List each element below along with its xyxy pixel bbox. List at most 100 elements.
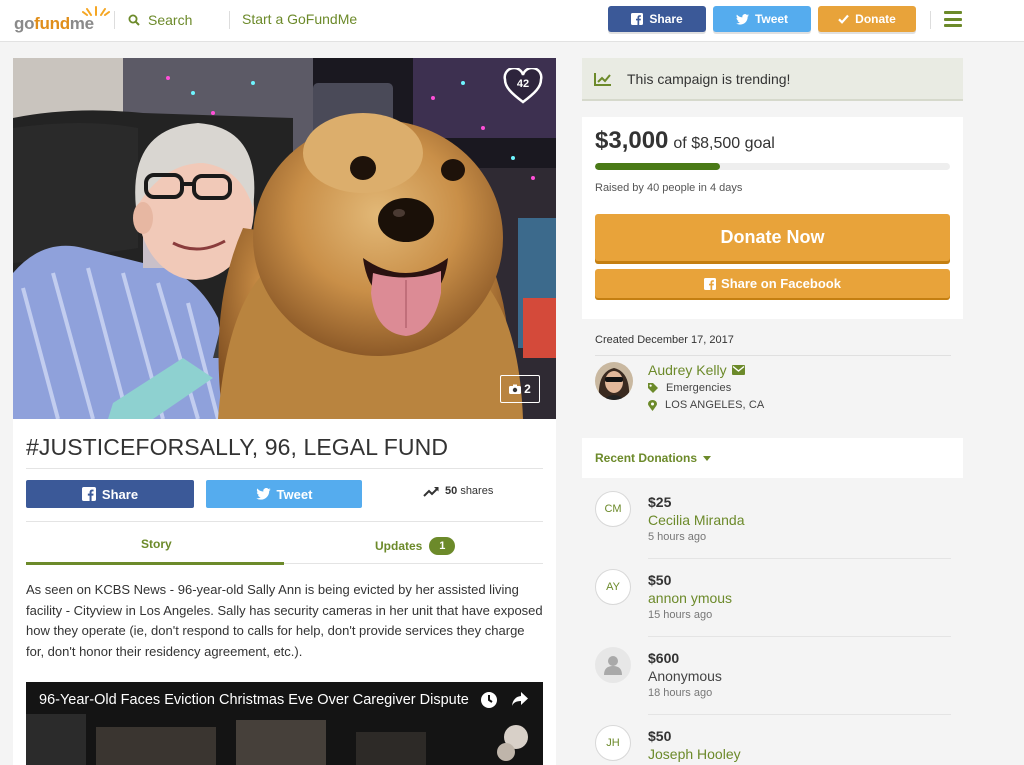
- organizer-name-link[interactable]: Audrey Kelly: [648, 362, 745, 378]
- donation-time: 18 hours ago: [648, 687, 713, 699]
- shares-word: shares: [460, 485, 494, 497]
- share-arrow-icon[interactable]: [511, 691, 529, 707]
- search-link[interactable]: Search: [128, 11, 192, 29]
- share-on-facebook-label: Share on Facebook: [721, 276, 841, 291]
- trending-banner: This campaign is trending!: [582, 58, 963, 101]
- checkmark-icon: [838, 14, 849, 24]
- active-tab-indicator: [26, 562, 284, 565]
- donor-initials-avatar: JH: [595, 725, 631, 761]
- organizer-location: LOS ANGELES, CA: [648, 399, 764, 411]
- facebook-icon: [631, 13, 644, 25]
- tweet-button[interactable]: Tweet: [206, 480, 362, 508]
- title-divider: [26, 468, 543, 469]
- tab-updates[interactable]: Updates 1: [375, 537, 456, 555]
- donor-name[interactable]: annon ymous: [648, 590, 732, 606]
- amount-raised: $3,000 of $8,500 goal: [595, 127, 775, 155]
- search-label: Search: [148, 12, 193, 28]
- share-on-facebook-button[interactable]: Share on Facebook: [595, 269, 950, 298]
- twitter-icon: [255, 488, 271, 500]
- progress-fill: [595, 163, 721, 170]
- nav-donate-label: Donate: [855, 12, 896, 26]
- share-label: Share: [101, 486, 139, 502]
- goal-text: of $8,500 goal: [673, 135, 775, 152]
- donation-amount: $600: [648, 650, 680, 666]
- twitter-icon: [735, 13, 749, 25]
- raised-amount: $3,000: [595, 127, 669, 154]
- donation-divider: [648, 558, 951, 559]
- recent-donations-label: Recent Donations: [595, 451, 698, 465]
- recent-donations-header: Recent Donations: [582, 438, 963, 478]
- favorite-button[interactable]: 42: [503, 66, 543, 106]
- search-icon: [128, 14, 140, 26]
- top-nav: gofundme Search Start a GoFundMe Share T…: [0, 0, 1024, 42]
- hero-photo: [13, 58, 556, 419]
- facebook-icon: [81, 487, 96, 501]
- raised-by-text: Raised by 40 people in 4 days: [595, 182, 743, 194]
- envelope-icon[interactable]: [731, 365, 745, 375]
- updates-count-badge: 1: [429, 537, 456, 555]
- organizer-avatar[interactable]: [595, 362, 633, 400]
- organizer-photo: [595, 362, 633, 400]
- nav-divider: [229, 11, 230, 29]
- caret-down-icon: [703, 455, 712, 461]
- nav-tweet-button[interactable]: Tweet: [713, 6, 811, 32]
- donation-amount: $25: [648, 494, 672, 510]
- nav-divider: [930, 11, 931, 29]
- organizer-name: Audrey Kelly: [648, 362, 727, 378]
- tweet-label: Tweet: [276, 486, 313, 502]
- recent-donations-toggle[interactable]: Recent Donations: [595, 451, 712, 465]
- share-count: 50 shares: [423, 485, 493, 497]
- category-label: Emergencies: [666, 382, 732, 394]
- nav-share-label: Share: [649, 12, 683, 26]
- organizer-category: Emergencies: [648, 382, 731, 394]
- donation-time: 15 hours ago: [648, 609, 713, 621]
- trending-text: This campaign is trending!: [627, 70, 791, 87]
- trending-icon: [423, 486, 439, 497]
- donation-time: 5 hours ago: [648, 531, 707, 543]
- tag-icon: [648, 383, 658, 393]
- donor-name[interactable]: Joseph Hooley: [648, 746, 741, 762]
- tab-story[interactable]: Story: [141, 537, 172, 551]
- donation-amount: $50: [648, 572, 672, 588]
- tab-updates-label: Updates: [375, 539, 423, 553]
- video-title: 96-Year-Old Faces Eviction Christmas Eve…: [39, 692, 469, 708]
- camera-icon: [509, 384, 522, 394]
- donation-divider: [648, 714, 951, 715]
- goal-card: $3,000 of $8,500 goal Raised by 40 peopl…: [582, 117, 963, 319]
- photo-count: 2: [524, 382, 531, 396]
- donor-initials-avatar: AY: [595, 569, 631, 605]
- anonymous-user-icon: [604, 656, 622, 675]
- clock-icon[interactable]: [480, 691, 498, 709]
- created-date: Created December 17, 2017: [595, 334, 734, 346]
- facebook-icon: [704, 277, 717, 290]
- campaign-hero-image[interactable]: 42 2: [13, 58, 556, 419]
- nav-divider: [114, 11, 115, 29]
- heart-count: 42: [516, 78, 530, 90]
- donor-name[interactable]: Cecilia Miranda: [648, 512, 744, 528]
- donate-now-button[interactable]: Donate Now: [595, 214, 950, 261]
- created-divider: [595, 355, 951, 356]
- start-gofundme-link[interactable]: Start a GoFundMe: [242, 11, 357, 27]
- tab-underline: [284, 563, 543, 564]
- photo-gallery-button[interactable]: 2: [500, 375, 540, 403]
- campaign-card: 42 2 #JUSTICEFORSALLY, 96, LEGAL FUND Sh…: [13, 58, 556, 765]
- location-pin-icon: [648, 399, 657, 411]
- logo-sun-icon: [82, 6, 110, 16]
- donation-amount: $50: [648, 728, 672, 744]
- menu-icon[interactable]: [944, 11, 962, 27]
- nav-donate-button[interactable]: Donate: [818, 6, 916, 32]
- location-label: LOS ANGELES, CA: [665, 399, 765, 411]
- donor-name: Anonymous: [648, 668, 722, 684]
- shares-number: 50: [445, 485, 458, 497]
- facebook-share-button[interactable]: Share: [26, 480, 194, 508]
- tabs-divider: [26, 521, 543, 522]
- story-video[interactable]: 96-Year-Old Faces Eviction Christmas Eve…: [26, 682, 543, 765]
- nav-facebook-share-button[interactable]: Share: [608, 6, 706, 32]
- nav-tweet-label: Tweet: [754, 12, 789, 26]
- logo-wordmark: gofundme: [14, 14, 94, 33]
- progress-bar: [595, 163, 950, 170]
- campaign-title: #JUSTICEFORSALLY, 96, LEGAL FUND: [26, 434, 449, 460]
- donation-divider: [648, 636, 951, 637]
- trending-chart-icon: [594, 72, 611, 86]
- donor-avatar: [595, 647, 631, 683]
